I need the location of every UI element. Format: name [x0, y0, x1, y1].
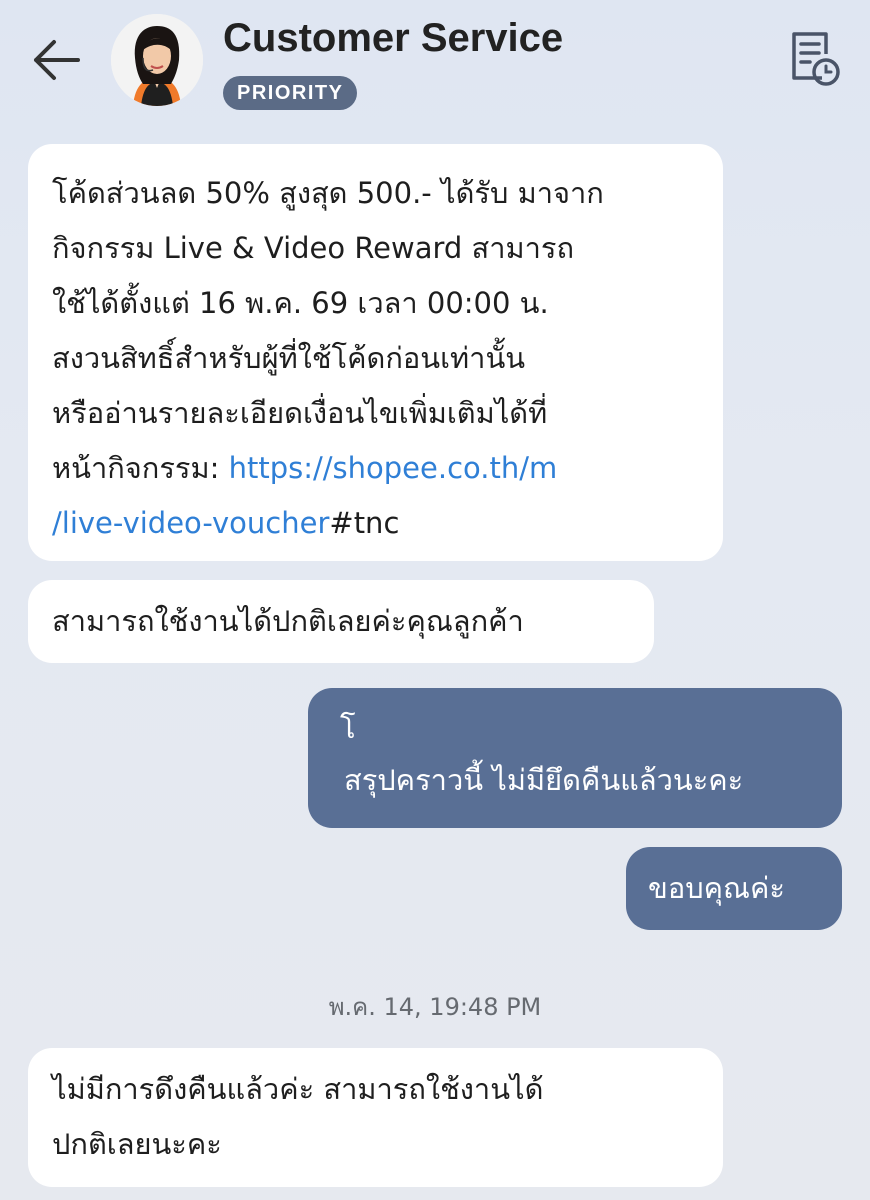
incoming-message: โค้ดส่วนลด 50% สูงสุด 500.- ได้รับ มาจาก… [28, 144, 723, 561]
incoming-message: ไม่มีการดึงคืนแล้วค่ะ สามารถใช้งานได้ ปก… [28, 1048, 723, 1187]
message-text: หรืออ่านรายละเอียดเงื่อนไขเพิ่มเติมได้ที… [52, 396, 548, 430]
message-text: โ [340, 711, 356, 745]
arrow-left-icon [34, 40, 80, 80]
message-text: หน้ากิจกรรม: [52, 451, 229, 485]
priority-badge: PRIORITY [223, 76, 358, 110]
back-button[interactable] [28, 32, 84, 88]
message-text: ใช้ได้ตั้งแต่ 16 พ.ค. 69 เวลา 00:00 น. [52, 286, 549, 320]
chat-header: Customer Service PRIORITY [0, 0, 870, 125]
message-text-line: หน้ากิจกรรม: https://shopee.co.th/m [52, 441, 699, 496]
message-text: #tnc [329, 506, 400, 540]
message-text: ปกติเลยนะคะ [52, 1127, 222, 1161]
outgoing-message: โ สรุปคราวนี้ ไม่มียึดคืนแล้วนะคะ [308, 688, 842, 828]
message-text: ขอบคุณค่ะ [648, 871, 785, 905]
promo-link[interactable]: https://shopee.co.th/m [229, 451, 558, 485]
message-text-line: /live-video-voucher#tnc [52, 496, 699, 551]
history-button[interactable] [786, 28, 842, 88]
outgoing-message: ขอบคุณค่ะ [626, 847, 842, 930]
message-text: สรุปคราวนี้ ไม่มียึดคืนแล้วนะคะ [344, 763, 744, 797]
message-text: โค้ดส่วนลด 50% สูงสุด 500.- ได้รับ มาจาก [52, 176, 604, 210]
message-text: ไม่มีการดึงคืนแล้วค่ะ สามารถใช้งานได้ [52, 1072, 544, 1106]
message-timestamp: พ.ค. 14, 19:48 PM [328, 993, 542, 1021]
message-text: สงวนสิทธิ์สำหรับผู้ที่ใช้โค้ดก่อนเท่านั้… [52, 341, 526, 375]
incoming-message: สามารถใช้งานได้ปกติเลยค่ะคุณลูกค้า [28, 580, 654, 663]
promo-link[interactable]: /live-video-voucher [52, 506, 329, 540]
page-title: Customer Service [223, 16, 564, 60]
agent-avatar [111, 14, 203, 106]
document-clock-icon [792, 32, 840, 86]
message-text: กิจกรรม Live & Video Reward สามารถ [52, 231, 575, 265]
message-text: สามารถใช้งานได้ปกติเลยค่ะคุณลูกค้า [52, 604, 524, 638]
